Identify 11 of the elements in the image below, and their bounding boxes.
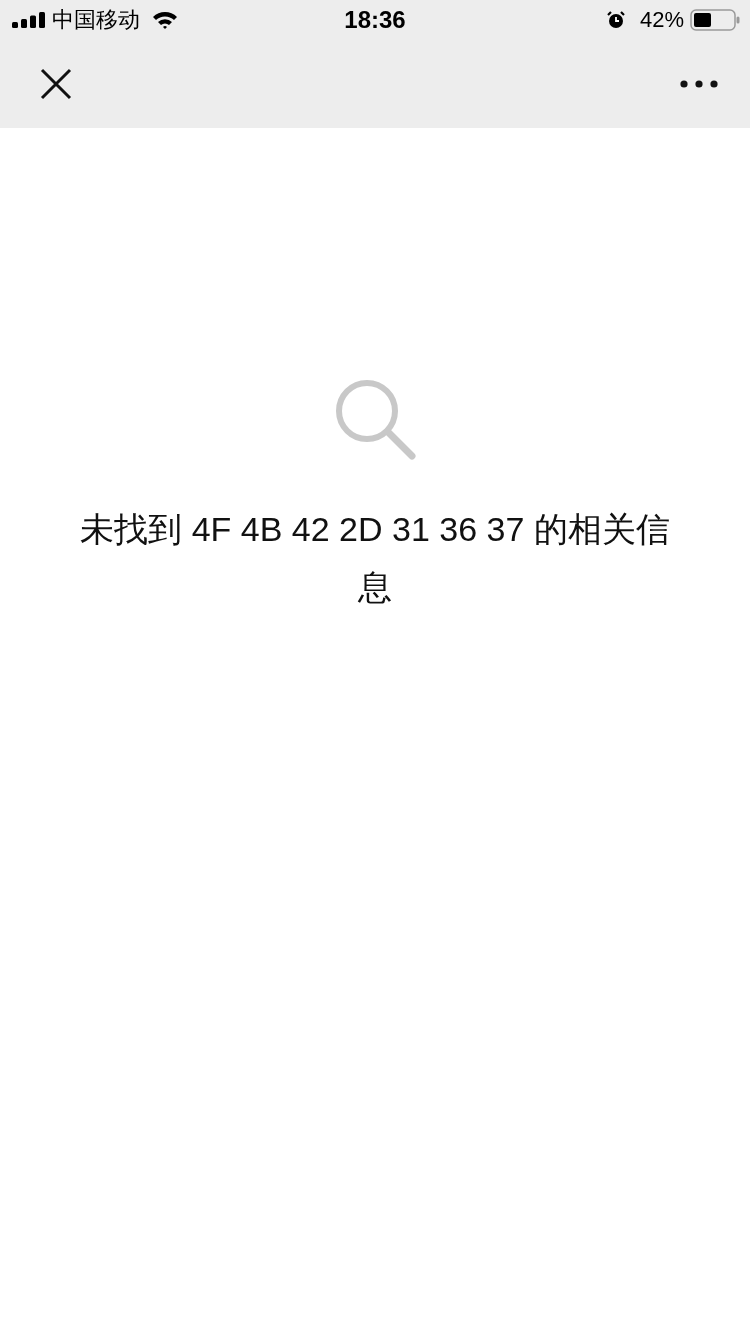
more-button[interactable] (680, 80, 718, 88)
signal-icon (12, 12, 46, 28)
not-found-message: 未找到 4F 4B 42 2D 31 36 37 的相关信息 (80, 509, 670, 608)
status-time: 18:36 (344, 6, 406, 34)
battery-percent: 42% (639, 7, 684, 33)
carrier-name: 中国移动 (52, 6, 140, 34)
wifi-icon (152, 11, 178, 29)
alarm-clock-icon (605, 10, 626, 30)
battery-icon (690, 9, 740, 31)
search-icon (334, 378, 416, 460)
close-button[interactable] (40, 68, 72, 100)
